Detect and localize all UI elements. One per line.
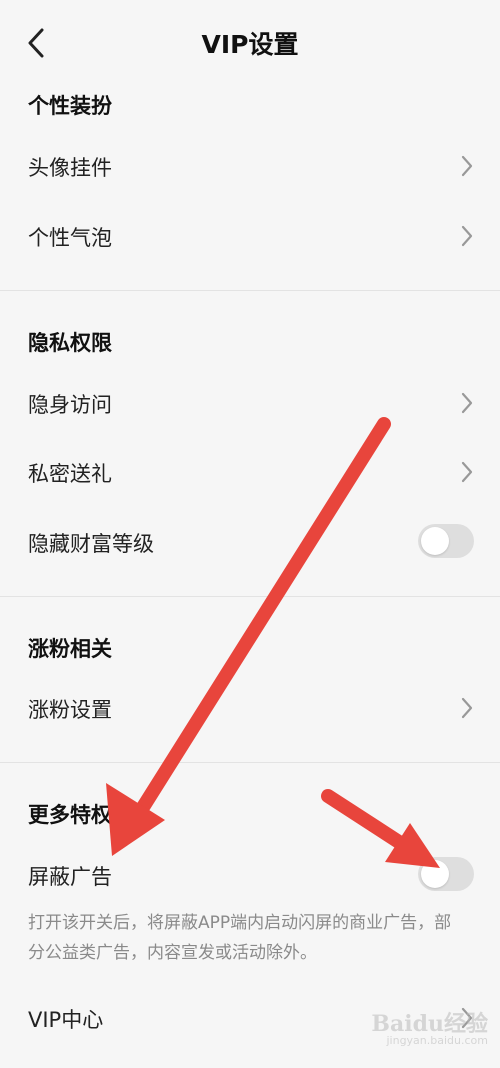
section-title-more: 更多特权 bbox=[28, 803, 112, 827]
bubble-label: 个性气泡 bbox=[28, 226, 112, 250]
fans-settings-label: 涨粉设置 bbox=[28, 698, 112, 722]
invisible-visit-row[interactable]: 隐身访问 bbox=[0, 373, 500, 433]
invisible-visit-label: 隐身访问 bbox=[28, 393, 112, 417]
section-title-personal: 个性装扮 bbox=[28, 94, 112, 118]
fans-settings-row[interactable]: 涨粉设置 bbox=[0, 678, 500, 738]
block-ads-toggle[interactable] bbox=[418, 857, 474, 891]
section-divider bbox=[0, 596, 500, 597]
chevron-right-icon bbox=[461, 461, 473, 483]
block-ads-row: 屏蔽广告 bbox=[0, 845, 500, 905]
chevron-right-icon bbox=[461, 155, 473, 177]
block-ads-label: 屏蔽广告 bbox=[28, 865, 112, 889]
chevron-right-icon bbox=[461, 697, 473, 719]
section-divider bbox=[0, 762, 500, 763]
chevron-right-icon bbox=[461, 225, 473, 247]
private-gift-label: 私密送礼 bbox=[28, 462, 112, 486]
chevron-right-icon bbox=[461, 392, 473, 414]
hide-wealth-toggle[interactable] bbox=[418, 524, 474, 558]
baidu-watermark: Baidu经验 jingyan.baidu.com bbox=[368, 1006, 488, 1054]
hide-wealth-row: 隐藏财富等级 bbox=[0, 512, 500, 572]
hide-wealth-label: 隐藏财富等级 bbox=[28, 532, 154, 556]
block-ads-description: 打开该开关后，将屏蔽APP端内启动闪屏的商业广告，部分公益类广告，内容宣发或活动… bbox=[28, 913, 452, 963]
avatar-pendant-label: 头像挂件 bbox=[28, 156, 112, 180]
section-divider bbox=[0, 290, 500, 291]
watermark-url: jingyan.baidu.com bbox=[386, 1034, 488, 1047]
section-title-fans: 涨粉相关 bbox=[28, 637, 112, 661]
header-bar: VIP设置 bbox=[0, 0, 500, 84]
page-title: VIP设置 bbox=[201, 30, 299, 59]
toggle-knob bbox=[421, 527, 449, 555]
private-gift-row[interactable]: 私密送礼 bbox=[0, 442, 500, 502]
section-title-privacy: 隐私权限 bbox=[28, 331, 112, 355]
avatar-pendant-row[interactable]: 头像挂件 bbox=[0, 136, 500, 196]
vip-center-label: VIP中心 bbox=[28, 1008, 104, 1032]
toggle-knob bbox=[421, 860, 449, 888]
bubble-row[interactable]: 个性气泡 bbox=[0, 206, 500, 266]
